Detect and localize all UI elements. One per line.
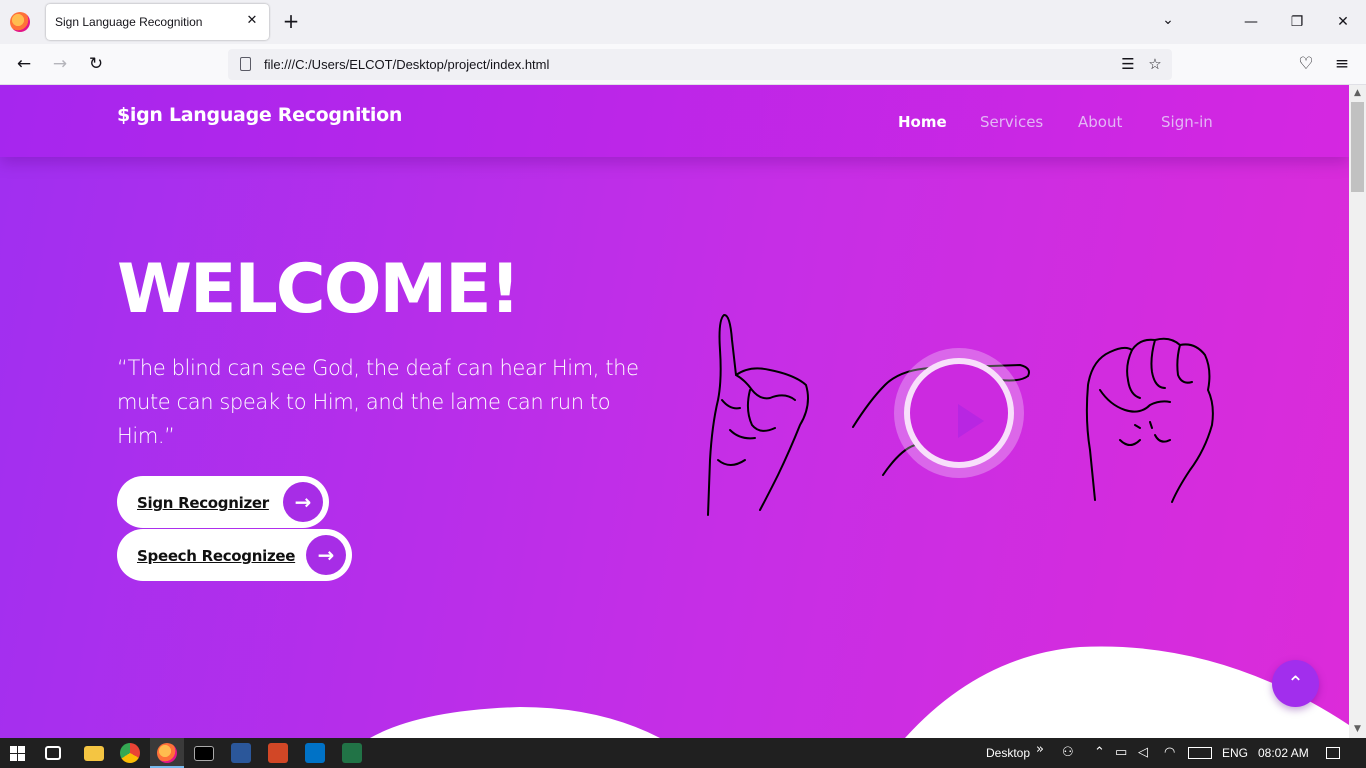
page-document-icon <box>240 57 251 71</box>
sign-recognizer-label[interactable]: Sign Recognizer <box>137 494 269 512</box>
chrome-icon[interactable] <box>120 743 140 763</box>
bottom-wave-divider <box>0 646 1349 738</box>
windows-start-icon[interactable] <box>10 746 25 761</box>
page-scrollbar[interactable]: ▲ ▼ <box>1349 85 1366 738</box>
reload-icon[interactable]: ↻ <box>84 53 108 75</box>
play-icon <box>958 404 984 438</box>
system-clock[interactable]: 08:02 AM <box>1258 746 1309 760</box>
close-window-button[interactable]: ✕ <box>1328 8 1358 36</box>
nav-about[interactable]: About <box>1078 113 1122 131</box>
excel-icon[interactable] <box>342 743 362 763</box>
sign-recognizer-button[interactable]: Sign Recognizer → <box>117 476 329 528</box>
tab-title: Sign Language Recognition <box>55 15 203 29</box>
page-viewport: $ign Language Recognition Home Services … <box>0 85 1349 738</box>
site-brand[interactable]: $ign Language Recognition <box>117 104 402 126</box>
volume-icon[interactable]: ◁ <box>1138 745 1148 760</box>
back-to-top-button[interactable]: ⌃ <box>1272 660 1319 707</box>
arrow-right-icon[interactable]: → <box>283 482 323 522</box>
browser-navigation-bar: ← → ↻ file:///C:/Users/ELCOT/Desktop/pro… <box>0 44 1366 85</box>
bookmark-star-icon[interactable]: ☆ <box>1145 54 1165 74</box>
nav-services[interactable]: Services <box>980 113 1043 131</box>
desktop-toolbar-label[interactable]: Desktop <box>986 746 1030 760</box>
new-tab-button[interactable]: + <box>280 10 302 32</box>
tab-close-icon[interactable]: ✕ <box>243 12 261 30</box>
reader-view-icon[interactable]: ☰ <box>1118 54 1138 74</box>
outlook-icon[interactable] <box>305 743 325 763</box>
nav-home[interactable]: Home <box>898 113 947 131</box>
scrollbar-thumb[interactable] <box>1351 102 1364 192</box>
show-hidden-icons-icon[interactable]: ⌃ <box>1094 745 1105 760</box>
site-header: $ign Language Recognition Home Services … <box>0 85 1349 157</box>
command-prompt-icon[interactable] <box>194 746 214 761</box>
keyboard-icon[interactable] <box>1188 747 1212 759</box>
powerpoint-icon[interactable] <box>268 743 288 763</box>
scroll-up-icon[interactable]: ▲ <box>1349 85 1366 102</box>
firefox-icon[interactable] <box>157 743 177 763</box>
url-text[interactable]: file:///C:/Users/ELCOT/Desktop/project/i… <box>264 57 549 72</box>
task-view-icon[interactable] <box>45 746 61 760</box>
input-language[interactable]: ENG <box>1222 746 1248 760</box>
forward-icon[interactable]: → <box>48 53 72 75</box>
file-explorer-icon[interactable] <box>84 746 104 761</box>
pocket-icon[interactable]: ♡ <box>1294 53 1318 75</box>
people-icon[interactable]: ⚇ <box>1062 745 1074 760</box>
minimize-button[interactable]: — <box>1236 8 1266 36</box>
play-ring <box>904 358 1014 468</box>
list-all-tabs-icon[interactable]: ⌄ <box>1158 12 1178 32</box>
firefox-logo-icon[interactable] <box>10 12 30 32</box>
wifi-icon[interactable]: ◠ <box>1164 745 1175 760</box>
arrow-right-icon[interactable]: → <box>306 535 346 575</box>
hero-quote: “The blind can see God, the deaf can hea… <box>117 356 639 448</box>
scroll-down-icon[interactable]: ▼ <box>1349 721 1366 738</box>
app-menu-icon[interactable]: ≡ <box>1330 53 1354 75</box>
speech-recognizer-label[interactable]: Speech Recognizee <box>137 547 295 565</box>
nav-sign-in[interactable]: Sign-in <box>1161 113 1213 131</box>
word-icon[interactable] <box>231 743 251 763</box>
back-icon[interactable]: ← <box>12 53 36 75</box>
battery-icon[interactable]: ▭ <box>1115 745 1127 760</box>
hero-title: WELCOME! <box>117 250 521 329</box>
browser-tab[interactable]: Sign Language Recognition ✕ <box>46 4 269 40</box>
browser-tab-bar: Sign Language Recognition ✕ + ⌄ — ❐ ✕ <box>0 0 1366 44</box>
play-video-button[interactable] <box>894 348 1024 478</box>
windows-taskbar: Desktop » ⚇ ⌃ ▭ ◁ ◠ ENG 08:02 AM <box>0 738 1366 768</box>
toolbar-expand-icon[interactable]: » <box>1036 742 1044 757</box>
speech-recognizer-button[interactable]: Speech Recognizee → <box>117 529 352 581</box>
notifications-icon[interactable] <box>1326 747 1340 759</box>
url-bar[interactable]: file:///C:/Users/ELCOT/Desktop/project/i… <box>228 49 1172 80</box>
restore-button[interactable]: ❐ <box>1282 8 1312 36</box>
